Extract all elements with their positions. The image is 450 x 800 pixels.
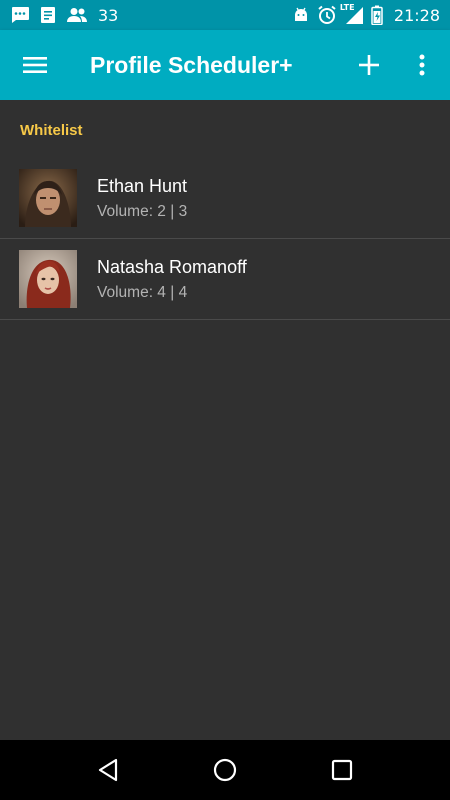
- android-icon: [292, 6, 310, 24]
- battery-icon: [371, 5, 383, 25]
- back-icon: [99, 758, 118, 782]
- signal-lte-icon: LTE: [340, 3, 364, 25]
- document-icon: [40, 6, 56, 24]
- alarm-icon: [317, 5, 337, 25]
- status-right: LTE 21:28: [292, 3, 440, 25]
- hamburger-menu-button[interactable]: [0, 30, 70, 100]
- network-type-label: LTE: [339, 3, 355, 12]
- app-bar: Profile Scheduler+: [0, 30, 450, 100]
- contact-name: Natasha Romanoff: [97, 256, 247, 277]
- back-button[interactable]: [78, 740, 138, 800]
- contact-volume: Volume: 2 | 3: [97, 202, 188, 220]
- chat-bubble-icon: [10, 6, 30, 24]
- recents-icon: [331, 759, 352, 781]
- more-vert-icon: [419, 54, 425, 76]
- list-item-text: Ethan Hunt Volume: 2 | 3: [97, 176, 187, 221]
- avatar: [19, 250, 77, 308]
- home-icon: [213, 758, 237, 782]
- home-button[interactable]: [195, 740, 255, 800]
- status-clock: 21:28: [393, 5, 440, 25]
- list-item[interactable]: Ethan Hunt Volume: 2 | 3: [0, 158, 450, 239]
- main-content: Whitelist Ethan Hunt Volume: 2 | 3 Natas…: [0, 100, 450, 740]
- avatar: [19, 169, 77, 227]
- contact-volume: Volume: 4 | 4: [97, 283, 188, 301]
- recents-button[interactable]: [312, 740, 372, 800]
- notification-count: 33: [98, 5, 119, 25]
- list-item[interactable]: Natasha Romanoff Volume: 4 | 4: [0, 239, 450, 320]
- contact-name: Ethan Hunt: [97, 175, 188, 196]
- section-header-whitelist: Whitelist: [20, 122, 83, 139]
- add-icon: [359, 55, 379, 75]
- status-bar: 33 LTE 21:28: [0, 0, 450, 30]
- navigation-bar: [0, 740, 450, 800]
- people-icon: [66, 7, 88, 23]
- app-title: Profile Scheduler+: [90, 51, 293, 78]
- hamburger-menu-icon: [23, 57, 47, 73]
- add-button[interactable]: [344, 30, 394, 100]
- more-options-button[interactable]: [394, 30, 450, 100]
- list-item-text: Natasha Romanoff Volume: 4 | 4: [97, 257, 247, 302]
- status-left: 33: [10, 6, 118, 25]
